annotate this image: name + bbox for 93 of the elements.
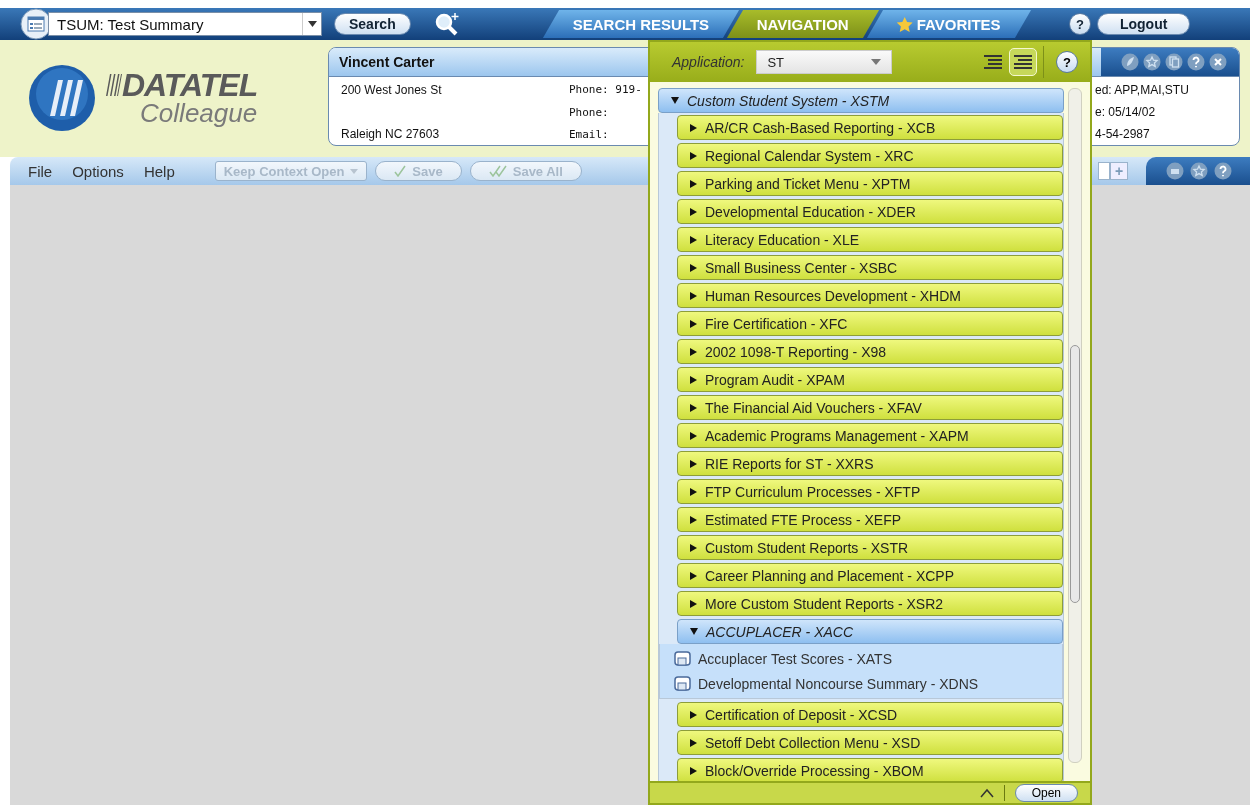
- contact-label: Email:: [569, 128, 610, 141]
- search-button[interactable]: Search: [334, 13, 411, 35]
- help-icon: [1214, 162, 1232, 180]
- menu-folder[interactable]: Custom Student System - XSTM: [658, 88, 1064, 113]
- menu-folder[interactable]: AR/CR Cash-Based Reporting - XCB: [677, 115, 1063, 140]
- logo-globe-icon: [28, 64, 96, 132]
- caret-icon: [690, 403, 697, 412]
- menu-folder[interactable]: Fire Certification - XFC: [677, 311, 1063, 336]
- open-button[interactable]: Open: [1014, 784, 1078, 802]
- logo-wordmark: DATATEL: [122, 70, 258, 100]
- menu-folder[interactable]: Parking and Ticket Menu - XPTM: [677, 171, 1063, 196]
- menu-item[interactable]: Help: [133, 162, 185, 180]
- double-check-icon: [488, 165, 507, 177]
- detail-text: 4-54-2987: [1095, 127, 1151, 141]
- menu-folder[interactable]: RIE Reports for ST - XXRS: [677, 451, 1063, 476]
- address-line: 200 West Jones St: [341, 83, 443, 97]
- star-icon: [1190, 162, 1208, 180]
- scrollbar[interactable]: [1068, 88, 1082, 763]
- menu-folder[interactable]: Block/Override Processing - XBOM: [677, 758, 1063, 781]
- caret-icon: [690, 263, 697, 272]
- list-icon: [984, 55, 1002, 69]
- menu-folder[interactable]: More Custom Student Reports - XSR2: [677, 591, 1063, 616]
- menu-folder[interactable]: Custom Student Reports - XSTR: [677, 535, 1063, 560]
- person-name: Vincent Carter: [339, 54, 435, 70]
- close-icon: [1209, 53, 1227, 71]
- caret-icon: [671, 97, 679, 104]
- caret-icon: [690, 710, 697, 719]
- caret-icon: [690, 123, 697, 132]
- form-search-field[interactable]: TSUM: Test Summary: [48, 12, 322, 36]
- caret-icon: [690, 515, 697, 524]
- menu-folder[interactable]: Literacy Education - XLE: [677, 227, 1063, 252]
- view-toggle[interactable]: [1009, 48, 1037, 76]
- caret-icon: [690, 599, 697, 608]
- menu-folder[interactable]: ACCUPLACER - XACC: [677, 619, 1063, 644]
- help-button[interactable]: ?: [1056, 51, 1078, 73]
- menu-folder[interactable]: Setoff Debt Collection Menu - XSD: [677, 730, 1063, 755]
- help-icon: [1187, 53, 1205, 71]
- contact-label: Phone: 919-: [569, 83, 643, 96]
- caret-icon: [690, 628, 698, 635]
- menu-folder[interactable]: Small Business Center - XSBC: [677, 255, 1063, 280]
- menu-folder[interactable]: Regional Calendar System - XRC: [677, 143, 1063, 168]
- copy-icon: [1165, 53, 1183, 71]
- star-icon: [897, 16, 914, 32]
- caret-icon: [690, 543, 697, 552]
- caret-icon: [690, 459, 697, 468]
- menu-folder[interactable]: Program Audit - XPAM: [677, 367, 1063, 392]
- form-icon: [674, 650, 692, 667]
- application-select[interactable]: ST: [756, 50, 893, 74]
- logout-button[interactable]: Logout: [1096, 13, 1191, 35]
- text-field[interactable]: [1098, 162, 1110, 180]
- menu-folder[interactable]: The Financial Aid Vouchers - XFAV: [677, 395, 1063, 420]
- scroll-thumb[interactable]: [1070, 345, 1080, 603]
- menu-form-item[interactable]: Accuplacer Test Scores - XATS: [674, 646, 1062, 671]
- menu-folder[interactable]: Career Planning and Placement - XCPP: [677, 563, 1063, 588]
- menu-folder[interactable]: Certification of Deposit - XCSD: [677, 702, 1063, 727]
- caret-icon: [690, 207, 697, 216]
- check-icon: [394, 165, 407, 177]
- caret-icon: [690, 291, 697, 300]
- application-label: Application:: [672, 54, 745, 70]
- caret-icon: [690, 571, 697, 580]
- list-icon: [1014, 55, 1032, 69]
- help-button[interactable]: ?: [1068, 13, 1091, 35]
- caret-icon: [690, 319, 697, 328]
- caret-icon: [690, 766, 697, 775]
- dropdown-arrow-icon: [350, 168, 359, 174]
- menu-item[interactable]: Options: [62, 162, 134, 180]
- dropdown-arrow-icon: [307, 21, 317, 27]
- menu-item[interactable]: File: [18, 162, 63, 180]
- logo-subtitle: Colleague: [140, 100, 258, 126]
- leaf-icon: [1121, 53, 1139, 71]
- caret-icon: [690, 431, 697, 440]
- caret-up-icon: [979, 788, 994, 798]
- address-line: Raleigh NC 27603: [341, 127, 441, 141]
- caret-icon: [690, 375, 697, 384]
- caret-icon: [690, 179, 697, 188]
- menu-form-item[interactable]: Developmental Noncourse Summary - XDNS: [674, 671, 1062, 696]
- contact-label: Phone:: [569, 105, 610, 119]
- caret-icon: [690, 235, 697, 244]
- menu-folder[interactable]: 2002 1098-T Reporting - X98: [677, 339, 1063, 364]
- caret-icon: [690, 151, 697, 160]
- detail-text: e: 05/14/02: [1095, 105, 1157, 119]
- menu-folder[interactable]: Estimated FTE Process - XEFP: [677, 507, 1063, 532]
- caret-icon: [690, 347, 697, 356]
- caret-icon: [690, 487, 697, 496]
- detail-text: ed: APP,MAI,STU: [1095, 83, 1189, 97]
- menu-folder[interactable]: Academic Programs Management - XAPM: [677, 423, 1063, 448]
- menu-folder[interactable]: Human Resources Development - XHDM: [677, 283, 1063, 308]
- menu-folder[interactable]: FTP Curriculum Processes - XFTP: [677, 479, 1063, 504]
- menu-folder[interactable]: Developmental Education - XDER: [677, 199, 1063, 224]
- caret-icon: [690, 738, 697, 747]
- dropdown-arrow-icon: [871, 59, 882, 65]
- form-icon: [674, 675, 692, 692]
- star-icon: [1143, 53, 1161, 71]
